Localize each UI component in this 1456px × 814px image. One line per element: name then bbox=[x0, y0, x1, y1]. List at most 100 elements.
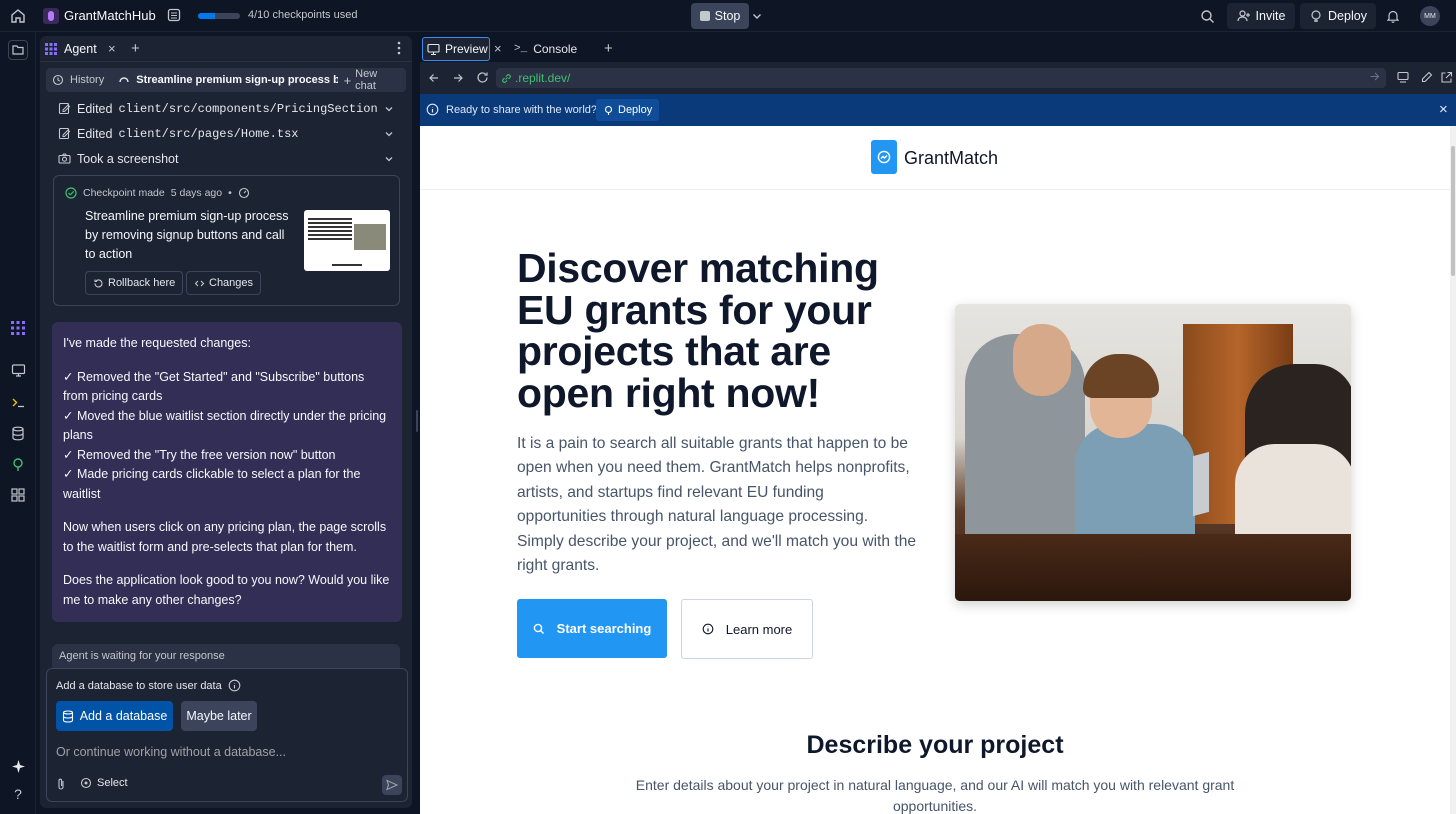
agent-icon[interactable] bbox=[8, 318, 28, 338]
project-name[interactable]: GrantMatchHub bbox=[64, 8, 156, 23]
database-icon[interactable] bbox=[8, 423, 28, 443]
start-searching-button[interactable]: Start searching bbox=[517, 599, 667, 658]
start-searching-label: Start searching bbox=[556, 621, 652, 636]
more-options-icon[interactable] bbox=[397, 41, 401, 55]
deploy-button[interactable]: Deploy bbox=[1300, 3, 1376, 29]
message-item: ✓ Made pricing cards clickable to select… bbox=[63, 467, 361, 501]
tab-preview-label: Preview bbox=[445, 42, 488, 56]
add-database-label: Add a database bbox=[79, 709, 168, 723]
agent-message: I've made the requested changes: ✓ Remov… bbox=[52, 322, 402, 622]
tab-preview[interactable]: Preview bbox=[422, 37, 490, 61]
apps-grid-icon[interactable] bbox=[8, 485, 28, 505]
select-button[interactable]: Select bbox=[80, 777, 128, 789]
project-avatar[interactable] bbox=[43, 8, 59, 24]
checkpoints-label: 4/10 checkpoints used bbox=[248, 9, 358, 21]
deployments-icon[interactable] bbox=[8, 454, 28, 474]
deploy-icon bbox=[603, 105, 614, 116]
history-icon[interactable] bbox=[52, 74, 64, 86]
forward-icon[interactable] bbox=[452, 72, 464, 84]
close-preview-tab-icon[interactable]: × bbox=[494, 41, 502, 56]
agent-waiting-status: Agent is waiting for your response bbox=[52, 644, 400, 670]
history-button[interactable]: History bbox=[70, 74, 104, 86]
console-icon[interactable] bbox=[8, 392, 28, 412]
close-banner-icon[interactable]: × bbox=[1439, 101, 1448, 118]
bell-icon[interactable] bbox=[1386, 9, 1400, 23]
rollback-button[interactable]: Rollback here bbox=[85, 271, 184, 295]
tab-console-label: Console bbox=[533, 42, 578, 56]
agent-panel: Agent × + History Streamline premium sig… bbox=[40, 36, 412, 808]
rollback-label: Rollback here bbox=[108, 277, 176, 289]
devtools-icon[interactable] bbox=[1420, 71, 1433, 84]
checkpoint-thumbnail[interactable] bbox=[304, 210, 390, 271]
action-path: client/src/components/PricingSection.... bbox=[118, 101, 378, 116]
thumbnail-bar bbox=[332, 264, 362, 266]
action-row-screenshot[interactable]: Took a screenshot bbox=[40, 146, 412, 171]
action-path: client/src/pages/Home.tsx bbox=[118, 126, 299, 141]
thumbnail-text-block bbox=[308, 218, 352, 242]
reload-icon[interactable] bbox=[476, 71, 489, 84]
changes-label: Changes bbox=[209, 277, 254, 289]
panel-resize-handle[interactable] bbox=[416, 410, 418, 432]
preview-tabs: Preview × >_ Console + bbox=[420, 36, 1456, 62]
preview-icon[interactable] bbox=[8, 360, 28, 380]
devices-icon[interactable] bbox=[1397, 71, 1411, 84]
photo-head-left bbox=[1013, 324, 1071, 396]
learn-more-label: Learn more bbox=[725, 621, 793, 637]
action-row-edit-pricing[interactable]: Edited client/src/components/PricingSect… bbox=[40, 96, 412, 121]
info-icon bbox=[702, 623, 714, 635]
website-viewport: GrantMatch Discover matching EU grants f… bbox=[420, 126, 1450, 814]
url-input[interactable]: .replit.dev/ bbox=[496, 68, 1386, 88]
send-button[interactable] bbox=[382, 775, 402, 795]
edit-file-icon bbox=[58, 102, 71, 115]
home-icon[interactable] bbox=[9, 7, 27, 25]
help-icon[interactable]: ? bbox=[8, 784, 28, 804]
gauge-icon[interactable] bbox=[238, 187, 250, 199]
deploy-icon bbox=[1309, 9, 1323, 23]
chevron-down-icon[interactable] bbox=[751, 10, 763, 22]
changes-button[interactable]: Changes bbox=[186, 271, 262, 295]
add-database-button[interactable]: Add a database bbox=[56, 701, 173, 731]
search-icon[interactable] bbox=[1200, 9, 1215, 24]
scrollbar-thumb[interactable] bbox=[1451, 146, 1455, 276]
checkpoints-icon[interactable] bbox=[167, 8, 181, 22]
info-icon[interactable] bbox=[228, 679, 241, 692]
check-circle-icon bbox=[65, 187, 77, 199]
url-go-icon[interactable] bbox=[1369, 71, 1380, 82]
user-avatar[interactable]: MM bbox=[1420, 6, 1440, 26]
attach-icon[interactable] bbox=[55, 777, 67, 791]
tab-agent[interactable]: Agent bbox=[40, 37, 103, 61]
chevron-down-icon[interactable] bbox=[384, 104, 394, 114]
checkpoint-title: Streamline premium sign-up process by re… bbox=[85, 209, 289, 261]
stop-button[interactable]: Stop bbox=[691, 3, 749, 29]
back-icon[interactable] bbox=[428, 72, 440, 84]
tab-console[interactable]: >_ Console bbox=[512, 37, 596, 61]
message-para: Now when users click on any pricing plan… bbox=[63, 520, 387, 554]
action-row-edit-home[interactable]: Edited client/src/pages/Home.tsx bbox=[40, 121, 412, 146]
url-text: .replit.dev/ bbox=[515, 71, 571, 85]
close-tab-icon[interactable]: × bbox=[108, 41, 116, 56]
hero-title: Discover matching EU grants for your pro… bbox=[517, 245, 879, 416]
invite-button[interactable]: Invite bbox=[1227, 3, 1295, 29]
preview-scrollbar[interactable] bbox=[1450, 126, 1456, 814]
hero-image bbox=[955, 304, 1351, 601]
add-tab-icon[interactable]: + bbox=[604, 40, 613, 57]
new-chat-button[interactable]: + New chat bbox=[344, 68, 400, 92]
brand-logo[interactable] bbox=[871, 140, 897, 174]
sparkle-icon[interactable] bbox=[8, 756, 28, 776]
banner-deploy-button[interactable]: Deploy bbox=[596, 99, 660, 121]
agent-text-input[interactable]: Or continue working without a database..… bbox=[56, 745, 396, 759]
chevron-down-icon[interactable] bbox=[384, 129, 394, 139]
chevron-down-icon[interactable] bbox=[384, 154, 394, 164]
message-list: ✓ Removed the "Get Started" and "Subscri… bbox=[63, 368, 392, 505]
learn-more-button[interactable]: Learn more bbox=[681, 599, 813, 659]
files-icon[interactable] bbox=[8, 40, 28, 60]
brand-name[interactable]: GrantMatch bbox=[904, 148, 998, 169]
add-tab-icon[interactable]: + bbox=[131, 40, 140, 57]
open-external-icon[interactable] bbox=[1440, 71, 1453, 84]
action-prefix: Took a screenshot bbox=[77, 151, 179, 166]
chat-title[interactable]: Streamline premium sign-up process by ..… bbox=[136, 74, 337, 86]
info-icon bbox=[426, 103, 439, 116]
checkpoint-made-label: Checkpoint made bbox=[83, 187, 165, 199]
maybe-later-button[interactable]: Maybe later bbox=[181, 701, 257, 731]
agent-tab-label: Agent bbox=[64, 41, 97, 56]
